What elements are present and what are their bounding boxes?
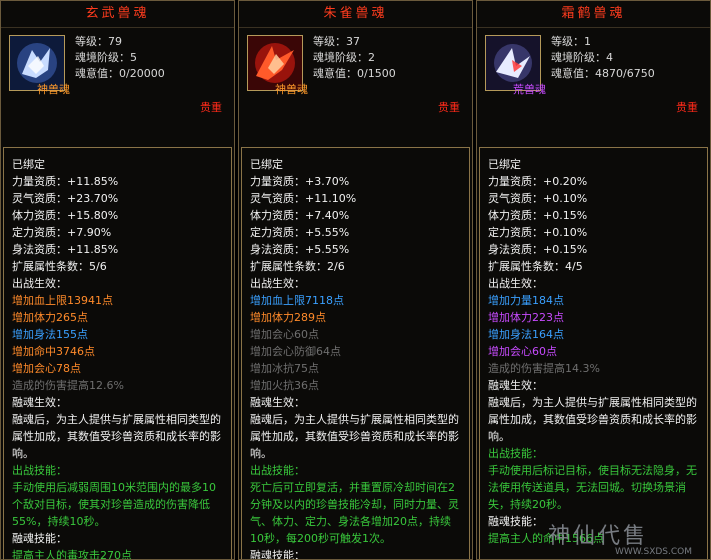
rarity-label: 贵重 bbox=[438, 101, 460, 114]
section-label: 出战生效： bbox=[12, 277, 67, 290]
bonus-line: 增加血上限13941点 bbox=[12, 294, 113, 307]
bonus-line: 增加体力223点 bbox=[488, 311, 564, 324]
bonus-line: 增加火抗36点 bbox=[250, 379, 319, 392]
rarity-label: 贵重 bbox=[676, 101, 698, 114]
skill-description: 手动使用后标记目标，使目标无法隐身，无法使用传送道具，无法回城。切换场景消失，持… bbox=[488, 464, 697, 511]
beast-soul-panel-shuanghe: 霜鹤兽魂 等级：1 魂境阶级：4 魂意值：4870/6750 荒兽魂 贵重 已绑… bbox=[476, 0, 711, 560]
will-label: 魂意值： bbox=[75, 67, 119, 80]
panel-title: 玄武兽魂 bbox=[1, 1, 234, 28]
skill-description: 手动使用后减弱周围10米范围内的最多10个敌对目标，使其对珍兽造成的伤害降低55… bbox=[12, 481, 216, 528]
attr-line: 扩展属性条数：5/6 bbox=[12, 260, 107, 273]
rarity-label: 贵重 bbox=[200, 101, 222, 114]
will-label: 魂意值： bbox=[313, 67, 357, 80]
attr-line: 扩展属性条数：4/5 bbox=[488, 260, 583, 273]
attribute-list: 已绑定 力量资质：+0.20% 灵气资质：+0.10% 体力资质：+0.15% … bbox=[479, 147, 708, 559]
fusion-skill-description: 提高主人的毒攻击270点 bbox=[12, 549, 132, 560]
attr-line: 身法资质：+0.15% bbox=[488, 243, 588, 256]
bonus-line: 造成的伤害提高12.6% bbox=[12, 379, 124, 392]
section-label: 融魂生效： bbox=[12, 396, 67, 409]
level-label: 等级： bbox=[313, 35, 346, 48]
bonus-line: 造成的伤害提高14.3% bbox=[488, 362, 600, 375]
fusion-skill-label: 融魂技能： bbox=[250, 549, 305, 560]
attr-line: 力量资质：+0.20% bbox=[488, 175, 588, 188]
attr-line: 定力资质：+5.55% bbox=[250, 226, 350, 239]
site-watermark: 神仙代售 WWW.SXDS.COM bbox=[548, 511, 706, 557]
bonus-line: 增加力量184点 bbox=[488, 294, 564, 307]
bonus-line: 增加会心78点 bbox=[12, 362, 81, 375]
bonus-line: 增加会心60点 bbox=[488, 345, 557, 358]
beast-soul-panel-zhuque: 朱雀兽魂 等级：37 魂境阶级：2 魂意值：0/1500 神兽魂 贵重 已绑定 … bbox=[238, 0, 473, 560]
skill-label: 出战技能： bbox=[488, 447, 543, 460]
level-value: 37 bbox=[346, 35, 360, 48]
beast-soul-panel-xuanwu: 玄武兽魂 等级：79 魂境阶级：5 魂意值：0/20000 神兽魂 贵重 已绑定… bbox=[0, 0, 235, 560]
attr-line: 体力资质：+0.15% bbox=[488, 209, 588, 222]
attr-line: 身法资质：+11.85% bbox=[12, 243, 119, 256]
level-label: 等级： bbox=[75, 35, 108, 48]
attr-line: 灵气资质：+0.10% bbox=[488, 192, 588, 205]
will-value: 0/1500 bbox=[357, 67, 396, 80]
section-label: 出战生效： bbox=[250, 277, 305, 290]
fusion-description: 融魂后，为主人提供与扩展属性相同类型的属性加成，其数值受珍兽资质和成长率的影响。 bbox=[250, 413, 459, 460]
bind-status: 已绑定 bbox=[488, 158, 521, 171]
attr-line: 灵气资质：+11.10% bbox=[250, 192, 357, 205]
will-value: 0/20000 bbox=[119, 67, 165, 80]
fusion-skill-label: 融魂技能： bbox=[12, 532, 67, 545]
level-label: 等级： bbox=[551, 35, 584, 48]
attr-line: 力量资质：+3.70% bbox=[250, 175, 350, 188]
bind-status: 已绑定 bbox=[250, 158, 283, 171]
will-label: 魂意值： bbox=[551, 67, 595, 80]
tier-label: 荒兽魂 bbox=[513, 83, 546, 96]
tier-label: 神兽魂 bbox=[275, 83, 308, 96]
panel-title: 霜鹤兽魂 bbox=[477, 1, 710, 28]
attr-line: 扩展属性条数：2/6 bbox=[250, 260, 345, 273]
realm-value: 4 bbox=[606, 51, 613, 64]
skill-label: 出战技能： bbox=[12, 464, 67, 477]
bonus-line: 增加身法155点 bbox=[12, 328, 88, 341]
section-label: 融魂生效： bbox=[488, 379, 543, 392]
watermark-text: 神仙代售 bbox=[548, 524, 649, 549]
attr-line: 体力资质：+7.40% bbox=[250, 209, 350, 222]
will-value: 4870/6750 bbox=[595, 67, 655, 80]
bonus-line: 增加血上限7118点 bbox=[250, 294, 344, 307]
bonus-line: 增加冰抗75点 bbox=[250, 362, 319, 375]
realm-label: 魂境阶级： bbox=[551, 51, 606, 64]
attr-line: 体力资质：+15.80% bbox=[12, 209, 119, 222]
attr-line: 灵气资质：+23.70% bbox=[12, 192, 119, 205]
realm-value: 2 bbox=[368, 51, 375, 64]
tier-label: 神兽魂 bbox=[37, 83, 70, 96]
fusion-description: 融魂后，为主人提供与扩展属性相同类型的属性加成，其数值受珍兽资质和成长率的影响。 bbox=[488, 396, 697, 443]
bonus-line: 增加命中3746点 bbox=[12, 345, 95, 358]
bonus-line: 增加体力289点 bbox=[250, 311, 326, 324]
watermark-site: WWW.SXDS.COM bbox=[614, 547, 692, 557]
level-value: 1 bbox=[584, 35, 591, 48]
attr-line: 身法资质：+5.55% bbox=[250, 243, 350, 256]
bonus-line: 增加体力265点 bbox=[12, 311, 88, 324]
skill-label: 出战技能： bbox=[250, 464, 305, 477]
bind-status: 已绑定 bbox=[12, 158, 45, 171]
realm-label: 魂境阶级： bbox=[313, 51, 368, 64]
realm-label: 魂境阶级： bbox=[75, 51, 130, 64]
skill-description: 死亡后可立即复活，并重置原冷却时间在2分钟及以内的珍兽技能冷却，同时力量、灵气、… bbox=[250, 481, 459, 545]
section-label: 融魂生效： bbox=[250, 396, 305, 409]
attribute-list: 已绑定 力量资质：+11.85% 灵气资质：+23.70% 体力资质：+15.8… bbox=[3, 147, 232, 559]
bonus-line: 增加会心60点 bbox=[250, 328, 319, 341]
bonus-line: 增加会心防御64点 bbox=[250, 345, 341, 358]
fusion-description: 融魂后，为主人提供与扩展属性相同类型的属性加成，其数值受珍兽资质和成长率的影响。 bbox=[12, 413, 221, 460]
attr-line: 定力资质：+7.90% bbox=[12, 226, 112, 239]
realm-value: 5 bbox=[130, 51, 137, 64]
attr-line: 定力资质：+0.10% bbox=[488, 226, 588, 239]
attr-line: 力量资质：+11.85% bbox=[12, 175, 119, 188]
level-value: 79 bbox=[108, 35, 122, 48]
section-label: 出战生效： bbox=[488, 277, 543, 290]
bonus-line: 增加身法164点 bbox=[488, 328, 564, 341]
panel-title: 朱雀兽魂 bbox=[239, 1, 472, 28]
attribute-list: 已绑定 力量资质：+3.70% 灵气资质：+11.10% 体力资质：+7.40%… bbox=[241, 147, 470, 559]
